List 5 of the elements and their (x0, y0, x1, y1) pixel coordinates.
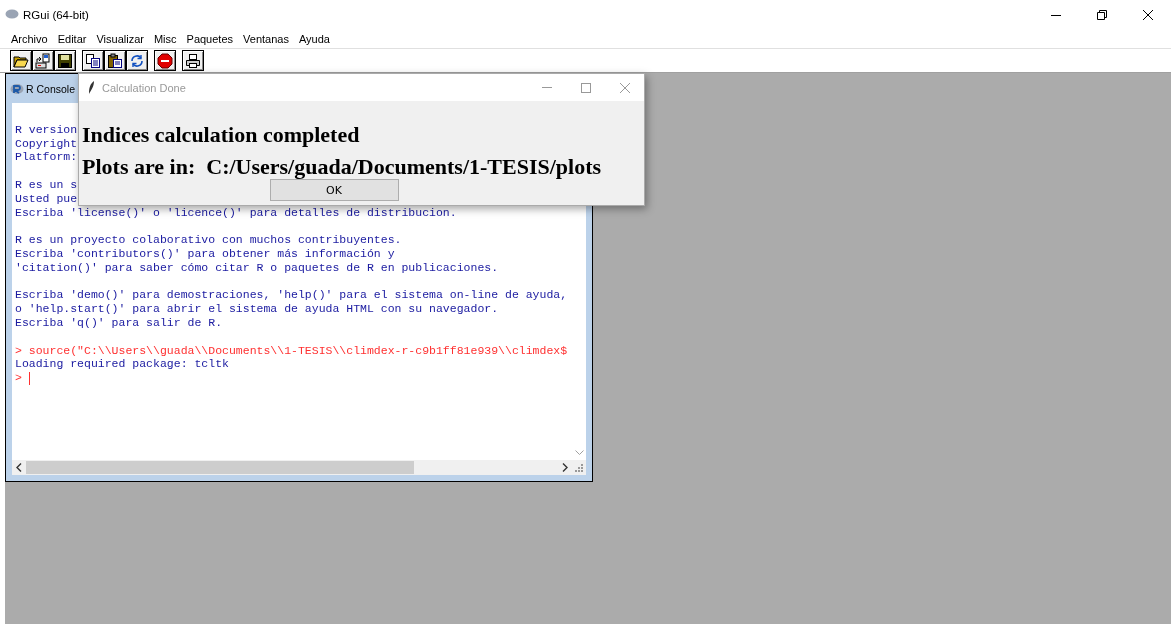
dialog-message: Plots are in: C:/Users/guada/Documents/1-TESIS/plots (82, 153, 603, 181)
window-title: RGui (64-bit) (23, 9, 89, 21)
dialog-message: Indices calculation completed (82, 121, 361, 149)
dialog-title: Calculation Done (102, 81, 186, 94)
console-title: R Console (26, 82, 76, 95)
